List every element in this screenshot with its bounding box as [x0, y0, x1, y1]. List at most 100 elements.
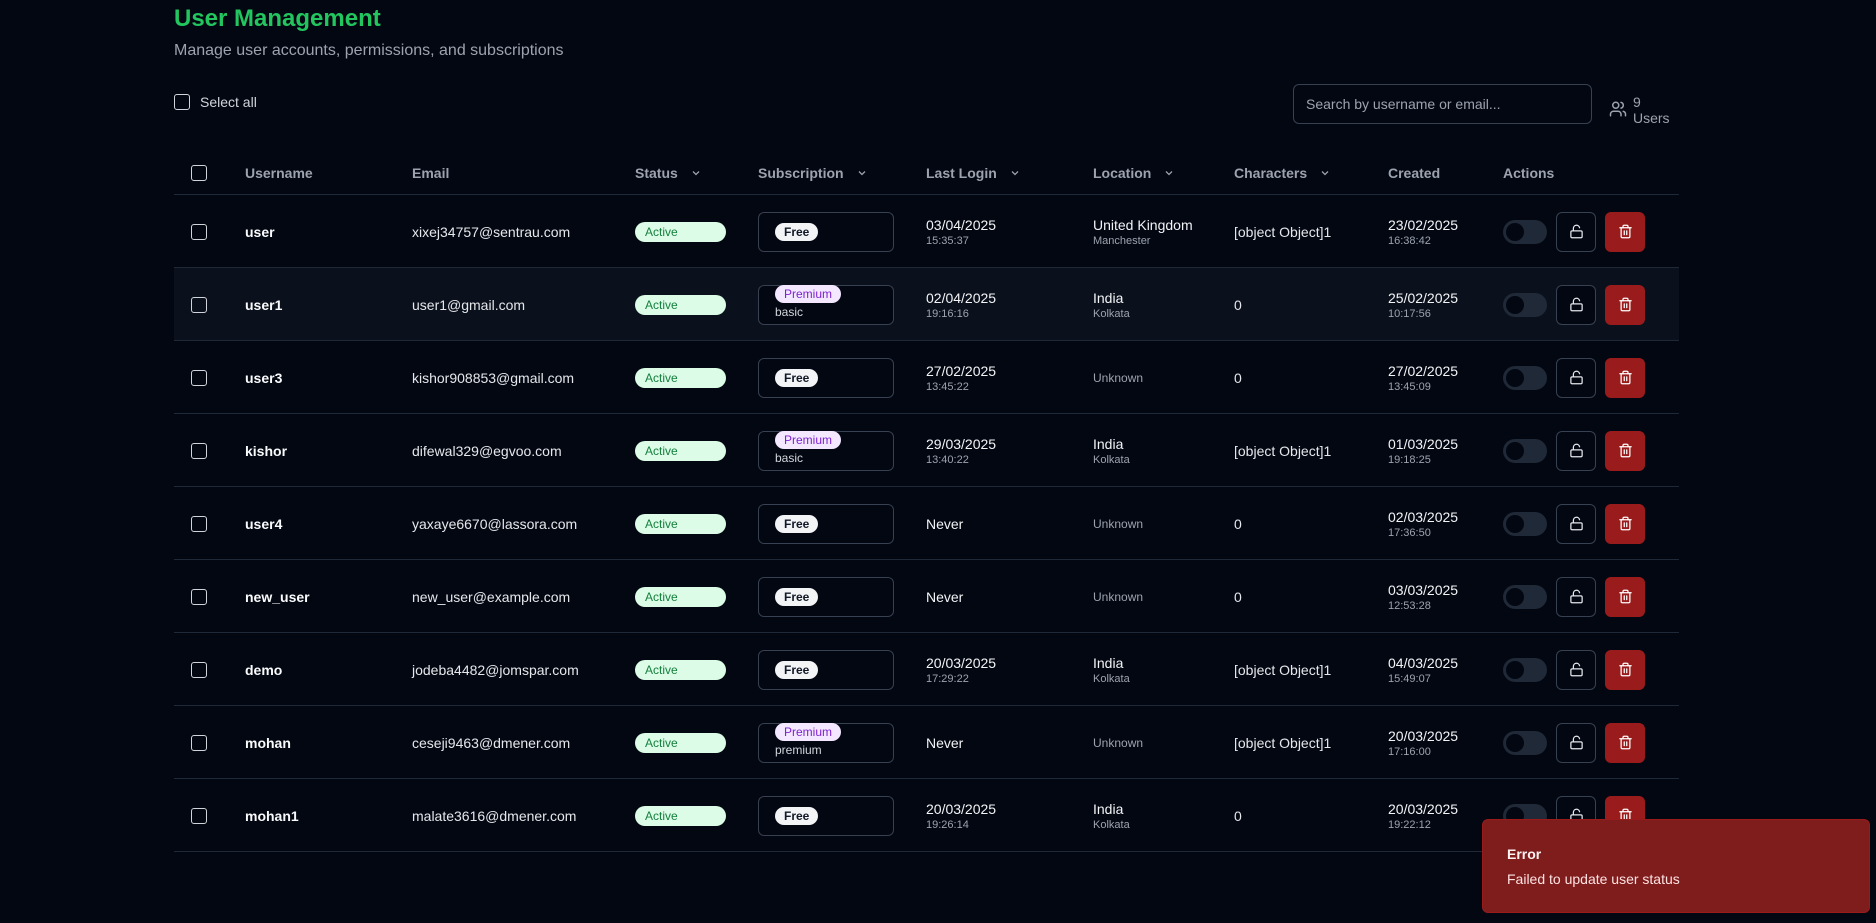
last-login-cell: 20/03/2025 17:29:22: [926, 633, 996, 706]
lock-button[interactable]: [1556, 722, 1596, 763]
row-select-checkbox[interactable]: [191, 369, 207, 386]
status-toggle[interactable]: [1503, 730, 1547, 755]
status-toggle[interactable]: [1503, 365, 1547, 390]
column-created: Created: [1388, 164, 1441, 181]
row-select-checkbox[interactable]: [191, 661, 207, 678]
chevron-down-icon: [1011, 170, 1019, 175]
row-select-checkbox[interactable]: [191, 734, 207, 751]
column-location[interactable]: Location: [1093, 150, 1175, 195]
subscription-select[interactable]: Free: [758, 576, 894, 617]
lock-button[interactable]: [1556, 576, 1596, 617]
table-row: user xixej34757@sentrau.com Active Free 03/0…: [174, 195, 1679, 268]
created-date: 20/03/2025: [1388, 800, 1459, 817]
status-toggle[interactable]: [1503, 657, 1547, 682]
created-cell: 27/02/2025 13:45:09: [1388, 341, 1458, 414]
row-select-checkbox[interactable]: [191, 223, 207, 240]
status-toggle[interactable]: [1503, 219, 1547, 244]
row-select-checkbox[interactable]: [191, 515, 207, 532]
table-row: new_user new_user@example.com Active Free Ne…: [174, 560, 1679, 633]
row-select-checkbox[interactable]: [191, 442, 207, 459]
location-city: Kolkata: [1093, 818, 1130, 831]
chevron-down-icon: [692, 170, 700, 175]
subscription-select[interactable]: Premium basic: [758, 430, 894, 471]
subscription-select[interactable]: Premium premium: [758, 722, 894, 763]
lock-button[interactable]: [1556, 211, 1596, 252]
delete-button[interactable]: [1605, 649, 1645, 690]
toast-title: Error: [1507, 846, 1542, 862]
status-badge: Active: [635, 805, 726, 826]
location-unknown: Unknown: [1093, 735, 1144, 750]
location-city: Manchester: [1093, 234, 1151, 247]
search-input[interactable]: [1293, 84, 1592, 124]
created-date: 25/02/2025: [1388, 289, 1459, 306]
lock-button[interactable]: [1556, 649, 1596, 690]
subscription-select[interactable]: Free: [758, 211, 894, 252]
delete-button[interactable]: [1605, 576, 1645, 617]
subscription-select[interactable]: Premium basic: [758, 284, 894, 325]
delete-button[interactable]: [1605, 357, 1645, 398]
subscription-select[interactable]: Free: [758, 503, 894, 544]
delete-button[interactable]: [1605, 284, 1645, 325]
status-toggle[interactable]: [1503, 511, 1547, 536]
created-date: 02/03/2025: [1388, 508, 1459, 525]
header-select-checkbox[interactable]: [191, 150, 207, 195]
status-toggle[interactable]: [1503, 292, 1547, 317]
subscription-select[interactable]: Free: [758, 649, 894, 690]
lock-button[interactable]: [1556, 503, 1596, 544]
created-date: 23/02/2025: [1388, 216, 1459, 233]
created-date: 04/03/2025: [1388, 654, 1459, 671]
location-cell: India Kolkata: [1093, 268, 1130, 341]
chevron-down-icon: [1165, 170, 1173, 175]
characters-cell: 0: [1234, 588, 1242, 605]
column-status[interactable]: Status: [635, 150, 702, 195]
status-toggle[interactable]: [1503, 584, 1547, 609]
page-subtitle: Manage user accounts, permissions, and s…: [174, 42, 564, 59]
location-unknown: Unknown: [1093, 370, 1144, 385]
subscription-select[interactable]: Free: [758, 357, 894, 398]
last-login-date: Never: [926, 588, 964, 605]
status-toggle[interactable]: [1503, 438, 1547, 463]
lock-button[interactable]: [1556, 284, 1596, 325]
subscription-badge: Free: [775, 587, 819, 606]
subscription-badge: Free: [775, 660, 819, 679]
row-select-checkbox[interactable]: [191, 296, 207, 313]
username-cell: kishor: [245, 442, 288, 459]
trash-icon: [1618, 516, 1632, 531]
subscription-select[interactable]: Free: [758, 795, 894, 836]
last-login-date: Never: [926, 515, 964, 532]
unlock-icon: [1569, 662, 1583, 677]
select-all[interactable]: Select all: [174, 94, 257, 110]
toolbar: Select all 9 Users: [174, 84, 1679, 126]
characters-cell: 0: [1234, 369, 1242, 386]
last-login-time: 19:26:14: [926, 818, 969, 831]
chevron-down-icon: [1321, 170, 1329, 175]
column-last-login[interactable]: Last Login: [926, 150, 1021, 195]
table-row: user1 user1@gmail.com Active Premium basic 02…: [174, 268, 1679, 341]
toggle-knob: [1506, 368, 1524, 387]
lock-button[interactable]: [1556, 357, 1596, 398]
subscription-badge: Premium: [775, 431, 842, 449]
status-badge: Active: [635, 513, 726, 534]
select-all-checkbox[interactable]: [174, 94, 190, 110]
delete-button[interactable]: [1605, 430, 1645, 471]
lock-button[interactable]: [1556, 430, 1596, 471]
status-badge: Active: [635, 732, 726, 753]
toggle-knob: [1506, 514, 1524, 533]
delete-button[interactable]: [1605, 211, 1645, 252]
column-characters[interactable]: Characters: [1234, 150, 1331, 195]
error-toast[interactable]: Error Failed to update user status: [1482, 819, 1870, 913]
row-select-checkbox[interactable]: [191, 588, 207, 605]
location-city: Kolkata: [1093, 672, 1130, 685]
delete-button[interactable]: [1605, 503, 1645, 544]
last-login-time: 13:45:22: [926, 380, 969, 393]
row-select-checkbox[interactable]: [191, 807, 207, 824]
last-login-date: 20/03/2025: [926, 800, 997, 817]
column-subscription[interactable]: Subscription: [758, 150, 868, 195]
last-login-date: 27/02/2025: [926, 362, 997, 379]
created-cell: 01/03/2025 19:18:25: [1388, 414, 1458, 487]
created-cell: 04/03/2025 15:49:07: [1388, 633, 1458, 706]
trash-icon: [1618, 735, 1632, 750]
last-login-date: 03/04/2025: [926, 216, 997, 233]
created-cell: 20/03/2025 19:22:12: [1388, 779, 1458, 852]
delete-button[interactable]: [1605, 722, 1645, 763]
